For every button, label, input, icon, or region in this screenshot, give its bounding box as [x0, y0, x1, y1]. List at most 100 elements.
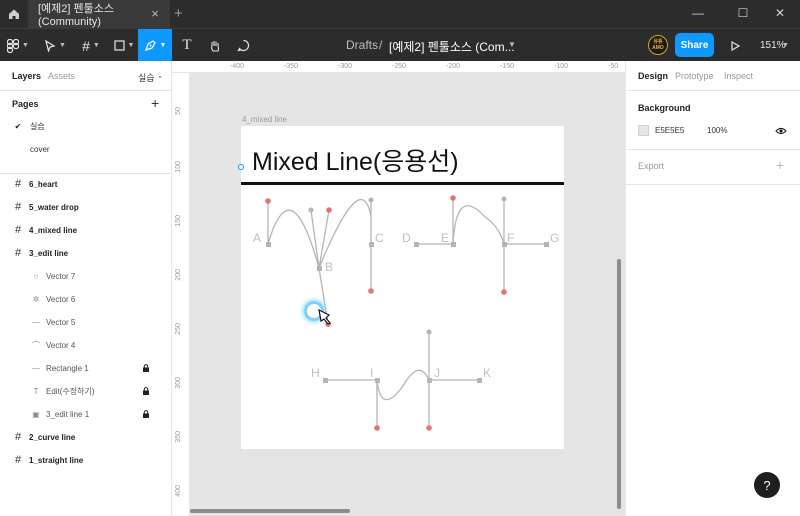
point-label-a: A	[253, 231, 262, 245]
background-swatch[interactable]	[638, 125, 649, 136]
comment-icon	[236, 39, 249, 52]
toolbar: ▼ ▼ # ▼ ▼ ▼ T Drafts / [예제2] 펜툴소스 (Com...…	[0, 28, 800, 62]
minimize-button[interactable]: —	[688, 6, 708, 20]
tab-assets[interactable]: Assets	[48, 71, 75, 81]
layer-item[interactable]: #3_edit line	[0, 243, 172, 263]
page-selector[interactable]: 실습 ⌃	[138, 71, 163, 84]
layer-item[interactable]: — Vector 5	[0, 312, 172, 332]
maximize-button[interactable]: ☐	[733, 6, 753, 20]
tab-design[interactable]: Design	[638, 71, 668, 81]
point-label-h: H	[311, 366, 320, 380]
ruler-tick-x: -200	[446, 63, 461, 70]
background-hex[interactable]: E5E5E5	[655, 126, 684, 135]
hand-tool[interactable]	[204, 29, 226, 62]
ruler-tick-y: 50	[175, 107, 182, 115]
add-page-icon[interactable]: +	[151, 95, 159, 111]
frame-icon: #	[14, 201, 22, 213]
tab-inspect[interactable]: Inspect	[724, 71, 753, 81]
circle-icon: ○	[33, 271, 39, 281]
eye-icon[interactable]	[775, 127, 787, 135]
layer-item-label: Vector 4	[46, 340, 76, 350]
point-label-e: E	[441, 231, 450, 245]
check-icon: ✔	[14, 121, 22, 131]
layer-item-label: 5_water drop	[29, 202, 79, 212]
layer-item[interactable]: #4_mixed line	[0, 220, 172, 240]
close-window-button[interactable]: ✕	[770, 6, 790, 20]
move-tool[interactable]: ▼	[40, 29, 70, 62]
add-export-icon[interactable]: +	[776, 157, 784, 173]
present-button[interactable]	[727, 29, 743, 62]
background-opacity[interactable]: 100%	[707, 126, 727, 135]
help-button[interactable]: ?	[754, 472, 780, 498]
new-tab-button[interactable]: +	[174, 5, 183, 22]
chevron-down-icon[interactable]: ▼	[508, 40, 516, 49]
page-item[interactable]: ✔ 실습	[0, 116, 172, 136]
frame-handle[interactable]	[238, 164, 244, 170]
layer-item[interactable]: #6_heart	[0, 174, 172, 194]
ruler-tick-y: 150	[175, 215, 182, 227]
layer-item[interactable]: ✲ Vector 6	[0, 289, 172, 309]
chevron-up-icon: ⌃	[157, 76, 163, 83]
ruler-tick-x: -100	[554, 63, 569, 70]
shape-tool[interactable]: ▼	[110, 29, 138, 62]
tab-prototype[interactable]: Prototype	[675, 71, 714, 81]
home-icon	[9, 9, 19, 19]
frame-4-mixed-line[interactable]: Mixed Line(응용선) A B C D E F G H I J K	[241, 126, 564, 449]
canvas[interactable]: 4_mixed line Mixed Line(응용선) A B C D E F…	[190, 73, 625, 516]
export-header: Export	[638, 161, 665, 171]
frame-label[interactable]: 4_mixed line	[242, 115, 287, 124]
frame-tool[interactable]: # ▼	[76, 29, 106, 62]
star-icon: ✲	[32, 294, 40, 304]
tab-layers[interactable]: Layers	[12, 71, 41, 81]
page-item[interactable]: cover	[0, 139, 172, 159]
frame-icon: #	[14, 247, 22, 259]
text-tool[interactable]: T	[176, 29, 198, 62]
point-label-b: B	[325, 260, 334, 274]
ruler-tick-y: 300	[175, 377, 182, 389]
layer-item[interactable]: #2_curve line	[0, 427, 172, 447]
zoom-chevron-icon[interactable]: ▼	[782, 42, 789, 49]
tab-close-icon[interactable]: ×	[148, 7, 162, 21]
layer-item-label: Vector 6	[46, 294, 76, 304]
avatar[interactable]: 유튜 AMO	[648, 35, 668, 55]
text-tool-icon: T	[182, 37, 192, 53]
comment-tool[interactable]	[232, 29, 254, 62]
ruler-tick-y: 350	[175, 431, 182, 443]
breadcrumb-drafts[interactable]: Drafts	[346, 38, 378, 52]
frame-icon: #	[14, 224, 22, 236]
share-button[interactable]: Share	[675, 33, 714, 57]
curve-icon: ⌒	[32, 340, 40, 350]
main-menu-button[interactable]: ▼	[4, 29, 32, 62]
mixed-line-drawing	[265, 195, 549, 431]
breadcrumb-separator: /	[379, 38, 383, 52]
file-title[interactable]: [예제2] 펜툴소스 (Com...	[389, 38, 515, 55]
divider	[626, 149, 800, 150]
image-icon: ▣	[32, 409, 40, 419]
home-button[interactable]	[0, 0, 28, 28]
layer-item[interactable]: ▣ 3_edit line 1	[0, 404, 172, 424]
layer-item[interactable]: ○ Vector 7	[0, 266, 172, 286]
vertical-scrollbar[interactable]	[617, 259, 621, 509]
layer-item[interactable]: #5_water drop	[0, 197, 172, 217]
layer-item[interactable]: ⌒ Vector 4	[0, 335, 172, 355]
layer-item-label: 1_straight line	[29, 455, 84, 465]
lock-icon[interactable]	[142, 364, 150, 372]
layer-item[interactable]: #1_straight line	[0, 450, 172, 470]
horizontal-scrollbar[interactable]	[190, 509, 350, 513]
lock-icon[interactable]	[142, 387, 150, 395]
layer-item[interactable]: T Edit(수정하기)	[0, 381, 172, 401]
frame-icon: #	[14, 431, 22, 443]
title-bar: [예제2] 펜툴소스 (Community) × + — ☐ ✕	[0, 0, 800, 28]
ruler-tick-x: -400	[230, 63, 245, 70]
layer-item-label: 3_edit line 1	[46, 409, 90, 419]
point-label-k: K	[483, 366, 492, 380]
pen-tool[interactable]: ▼	[138, 29, 172, 62]
file-tab[interactable]: [예제2] 펜툴소스 (Community) ×	[28, 0, 170, 28]
ruler-tick-x: -50	[608, 63, 619, 70]
figma-logo-icon	[7, 38, 20, 53]
lock-icon[interactable]	[142, 410, 150, 418]
pen-cursor-icon	[318, 309, 331, 325]
pen-icon	[144, 40, 156, 51]
properties-panel: Design Prototype Inspect Background E5E5…	[625, 61, 800, 516]
layer-item[interactable]: — Rectangle 1	[0, 358, 172, 378]
